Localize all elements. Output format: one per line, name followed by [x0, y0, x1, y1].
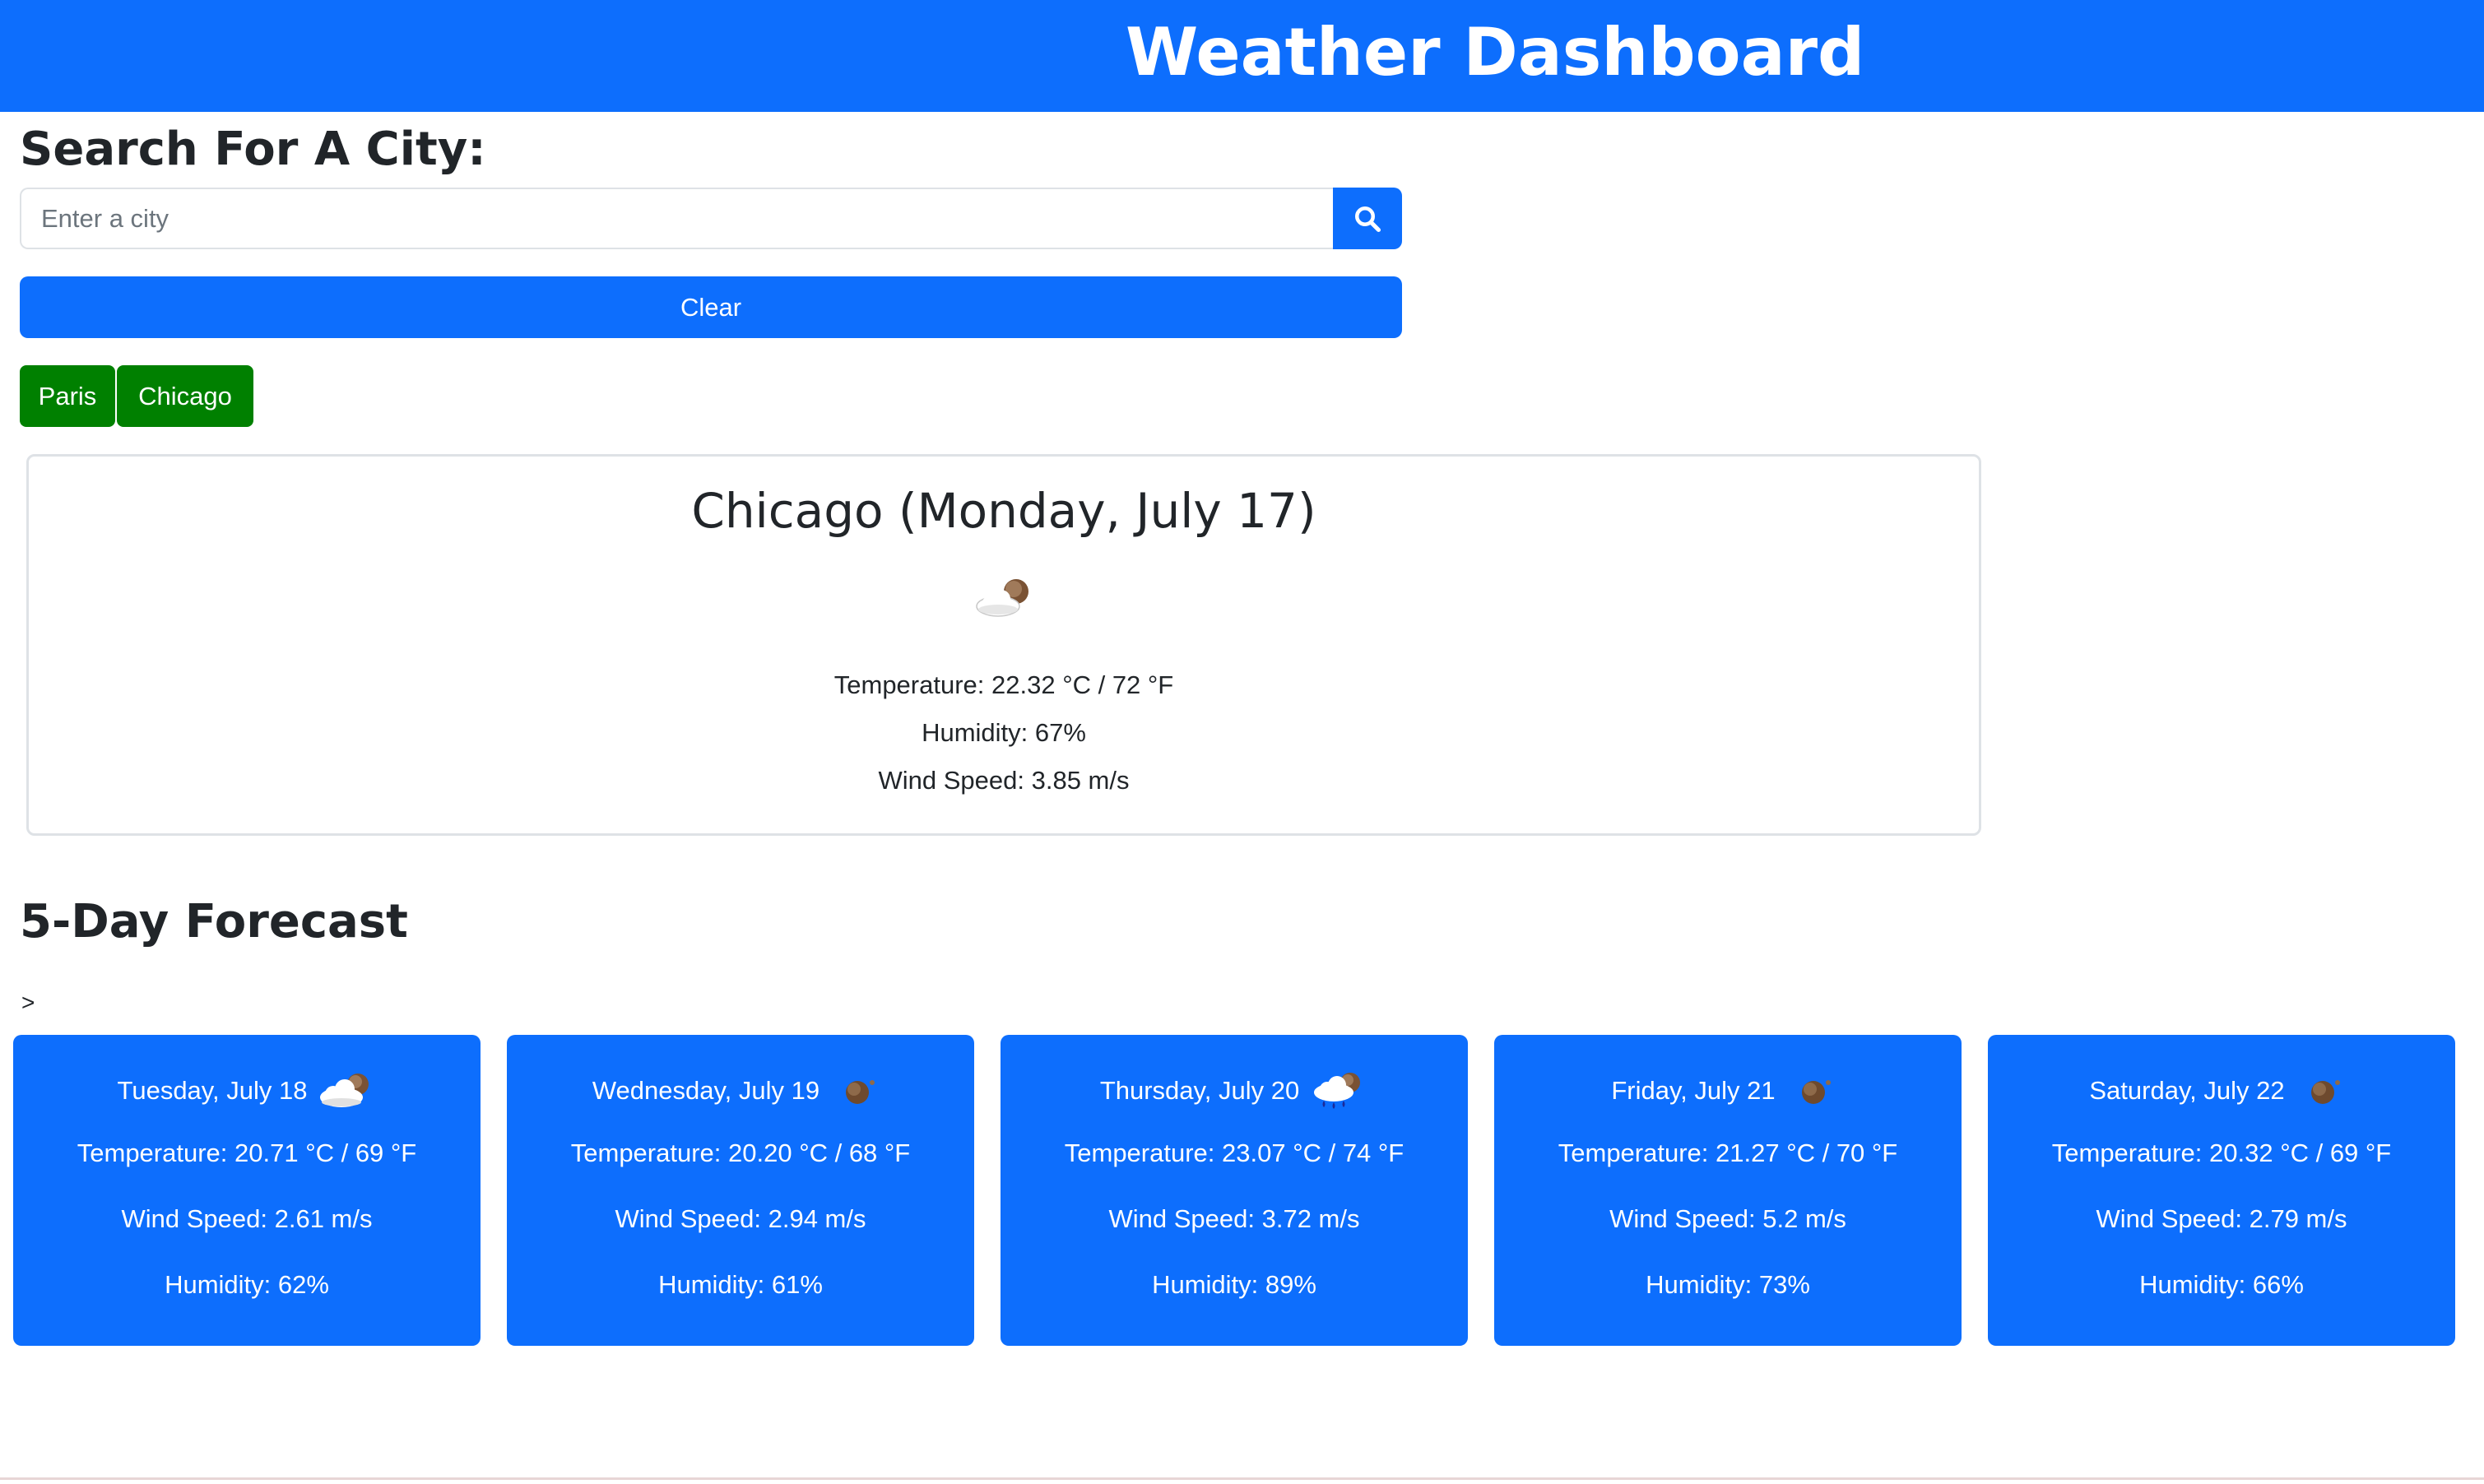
- forecast-temperature: Temperature: 21.27 °C / 70 °F: [1558, 1139, 1898, 1167]
- forecast-temperature: Temperature: 20.32 °C / 69 °F: [2051, 1139, 2392, 1167]
- search-icon: [1355, 206, 1381, 232]
- forecast-marker: >: [21, 990, 35, 1015]
- forecast-humidity: Humidity: 89%: [1152, 1270, 1316, 1299]
- search-input[interactable]: [20, 188, 1333, 249]
- current-temperature: Temperature: 22.32 °C / 72 °F: [833, 670, 1174, 699]
- forecast-date: Thursday, July 20: [1099, 1076, 1300, 1105]
- history-button-paris[interactable]: Paris: [20, 365, 115, 427]
- forecast-humidity: Humidity: 66%: [2139, 1270, 2304, 1299]
- history-button-chicago[interactable]: Chicago: [117, 365, 253, 427]
- forecast-temperature: Temperature: 20.20 °C / 68 °F: [570, 1139, 911, 1167]
- rain-night-icon: [1314, 1073, 1361, 1109]
- forecast-date: Tuesday, July 18: [117, 1076, 308, 1105]
- forecast-card: Tuesday, July 18 Temperature: 20.71 °C /…: [13, 1035, 481, 1346]
- app-header: Weather Dashboard: [0, 0, 2484, 112]
- forecast-card: Saturday, July 22 Temperature: 20.32 °C …: [1988, 1035, 2455, 1346]
- clear-button[interactable]: Clear: [20, 276, 1402, 338]
- current-humidity: Humidity: 67%: [922, 718, 1086, 747]
- clear-night-icon: [2310, 1080, 2340, 1104]
- partly-cloudy-night-icon: [976, 579, 1028, 617]
- current-weather-card: Chicago (Monday, July 17) Temperature: 2…: [26, 454, 1981, 836]
- forecast-humidity: Humidity: 61%: [658, 1270, 823, 1299]
- forecast-card: Thursday, July 20 Temperature: 23.07 °C …: [1001, 1035, 1468, 1346]
- forecast-wind-speed: Wind Speed: 5.2 m/s: [1609, 1204, 1846, 1233]
- search-heading: Search For A City:: [20, 123, 486, 176]
- forecast-date: Wednesday, July 19: [592, 1076, 820, 1105]
- forecast-humidity: Humidity: 73%: [1646, 1270, 1810, 1299]
- clear-night-icon: [1801, 1080, 1831, 1104]
- forecast-card: Wednesday, July 19 Temperature: 20.20 °C…: [507, 1035, 974, 1346]
- bottom-divider: [0, 1477, 2484, 1480]
- clear-night-icon: [846, 1080, 875, 1104]
- forecast-date: Saturday, July 22: [2089, 1076, 2285, 1105]
- forecast-temperature: Temperature: 23.07 °C / 74 °F: [1064, 1139, 1405, 1167]
- forecast-wind-speed: Wind Speed: 3.72 m/s: [1108, 1204, 1360, 1233]
- cloudy-night-icon: [320, 1074, 369, 1107]
- current-wind-speed: Wind Speed: 3.85 m/s: [878, 766, 1130, 795]
- current-city-title: Chicago (Monday, July 17): [691, 483, 1316, 539]
- forecast-date: Friday, July 21: [1611, 1076, 1776, 1105]
- forecast-heading: 5-Day Forecast: [20, 895, 408, 948]
- forecast-wind-speed: Wind Speed: 2.94 m/s: [615, 1204, 866, 1233]
- page-title: Weather Dashboard: [1126, 14, 1865, 90]
- forecast-wind-speed: Wind Speed: 2.79 m/s: [2096, 1204, 2347, 1233]
- forecast-humidity: Humidity: 62%: [165, 1270, 329, 1299]
- search-button[interactable]: [1333, 188, 1402, 249]
- forecast-wind-speed: Wind Speed: 2.61 m/s: [121, 1204, 373, 1233]
- forecast-temperature: Temperature: 20.71 °C / 69 °F: [77, 1139, 417, 1167]
- forecast-card: Friday, July 21 Temperature: 21.27 °C / …: [1494, 1035, 1962, 1346]
